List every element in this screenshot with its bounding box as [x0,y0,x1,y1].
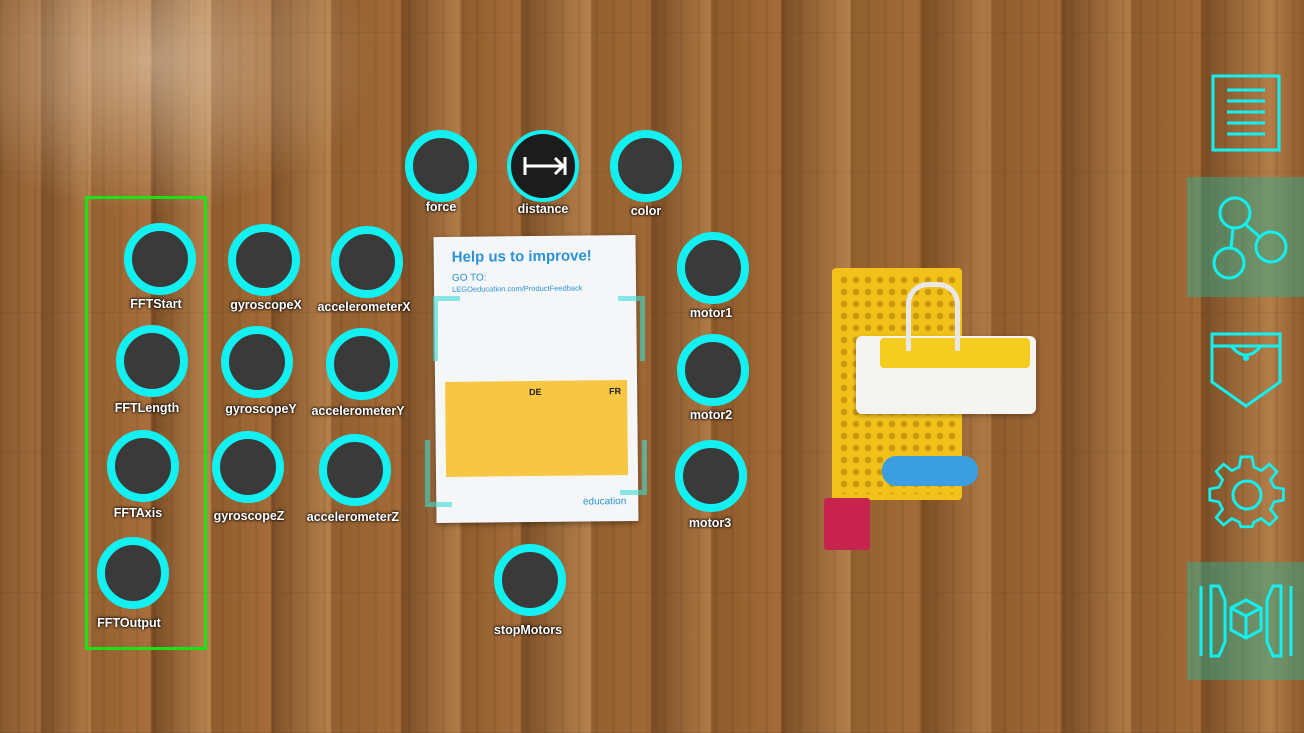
distance-arrow-icon [523,156,567,176]
lego-wheel [882,456,978,486]
node-gyroscopey-button[interactable] [221,326,293,398]
node-distance-button[interactable] [507,130,579,202]
toolbar-settings-button[interactable] [1187,445,1304,545]
pamphlet-brand: education [582,496,627,508]
node-color-button[interactable] [610,130,682,202]
ar-marker-corner [620,440,647,495]
pocket-icon [1210,332,1282,408]
node-fftlength-button[interactable] [116,325,188,397]
pamphlet-fr: FR [609,386,622,397]
node-force-button[interactable] [405,130,477,202]
feedback-pamphlet: Help us to improve! GO TO: LEGOeducation… [433,234,639,524]
pamphlet-language-box: DE FR [445,380,629,477]
node-motor3-label: motor3 [688,516,732,530]
pamphlet-url: LEGOeducation.com/ProductFeedback [452,283,583,294]
lego-pink-block [824,498,870,550]
ar-marker-corner [433,296,460,361]
node-accelerometerz-button[interactable] [319,434,391,506]
node-accelerometerx-button[interactable] [331,226,403,298]
node-stopmotors-label: stopMotors [493,623,563,637]
pamphlet-goto: GO TO: [451,272,487,284]
node-accelerometerz-label: accelerometerZ [306,510,400,524]
document-lines-icon [1211,74,1281,152]
lego-handle [906,282,960,351]
node-fftoutput-label: FFTOutput [97,616,161,630]
node-motor2-label: motor2 [689,408,733,422]
pamphlet-de: DE [529,386,542,398]
node-motor3-button[interactable] [675,440,747,512]
node-accelerometerx-label: accelerometerX [317,300,411,314]
node-accelerometery-button[interactable] [326,328,398,400]
gear-icon [1208,455,1285,529]
node-motor1-label: motor1 [689,306,733,320]
ar-marker-corner [425,440,452,507]
node-gyroscopex-button[interactable] [228,224,300,296]
node-fftoutput-button[interactable] [97,537,169,609]
node-gyroscopez-button[interactable] [212,431,284,503]
node-fftaxis-button[interactable] [107,430,179,502]
node-color-label: color [630,204,662,218]
toolbar-document-button[interactable] [1187,60,1304,160]
node-fftstart-button[interactable] [124,223,196,295]
pamphlet-title: Help us to improve! [451,247,592,266]
node-motor2-button[interactable] [677,334,749,406]
node-stopmotors-button[interactable] [494,544,566,616]
toolbar-pocket-button[interactable] [1187,320,1304,420]
node-motor1-button[interactable] [677,232,749,304]
node-accelerometery-label: accelerometerY [311,404,405,418]
toolbar-graph-button[interactable] [1187,177,1304,297]
toolbar-ar-button[interactable] [1187,562,1304,680]
node-graph-icon [1212,196,1288,280]
ar-cube-icon [1199,584,1293,658]
